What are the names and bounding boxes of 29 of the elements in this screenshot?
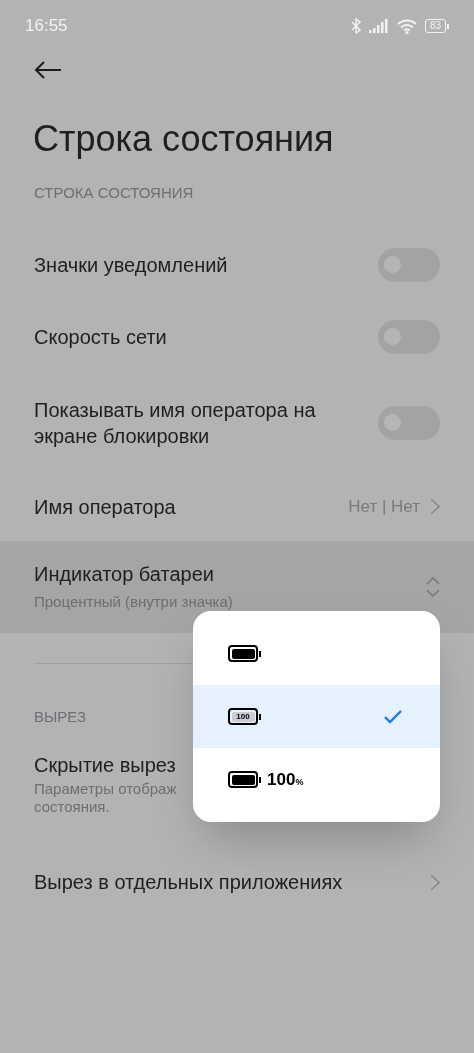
wifi-icon bbox=[396, 18, 417, 34]
battery-icon bbox=[228, 771, 261, 788]
check-icon bbox=[384, 709, 402, 724]
settings-row[interactable]: Скорость сети bbox=[0, 300, 474, 373]
battery-icon: 100 bbox=[228, 708, 261, 725]
settings-row[interactable]: Вырез в отдельных приложениях bbox=[0, 848, 474, 916]
setting-value: Нет | Нет bbox=[348, 495, 420, 518]
chevron-icon bbox=[430, 498, 440, 515]
percent-label: 100% bbox=[267, 768, 304, 791]
menu-option[interactable]: 100 bbox=[193, 685, 440, 748]
row-label: Скрытие вырез bbox=[34, 753, 176, 778]
battery-level: 83 bbox=[424, 19, 446, 33]
chevron-icon bbox=[430, 873, 440, 891]
clock-time: 16:55 bbox=[25, 15, 68, 38]
menu-option[interactable]: 100% bbox=[193, 748, 440, 811]
row-description: состояния. bbox=[34, 798, 110, 816]
settings-row[interactable]: Имя оператора Нет | Нет bbox=[0, 472, 474, 541]
section-header: ВЫРЕЗ bbox=[34, 706, 87, 727]
settings-row[interactable]: Значки уведомлений bbox=[0, 228, 474, 301]
back-icon bbox=[34, 61, 62, 79]
battery-icon bbox=[228, 645, 261, 662]
updown-icon bbox=[426, 575, 440, 598]
row-label: Индикатор батареи bbox=[34, 562, 216, 588]
bluetooth-icon bbox=[350, 18, 361, 34]
row-description: Параметры отображ bbox=[34, 780, 177, 798]
section-header: СТРОКА СОСТОЯНИЯ bbox=[34, 183, 194, 203]
page-title: Строка состояния bbox=[33, 117, 335, 161]
signal-icon bbox=[368, 19, 389, 33]
settings-row[interactable]: Показывать имя оператора на экране блокировки bbox=[0, 372, 474, 473]
